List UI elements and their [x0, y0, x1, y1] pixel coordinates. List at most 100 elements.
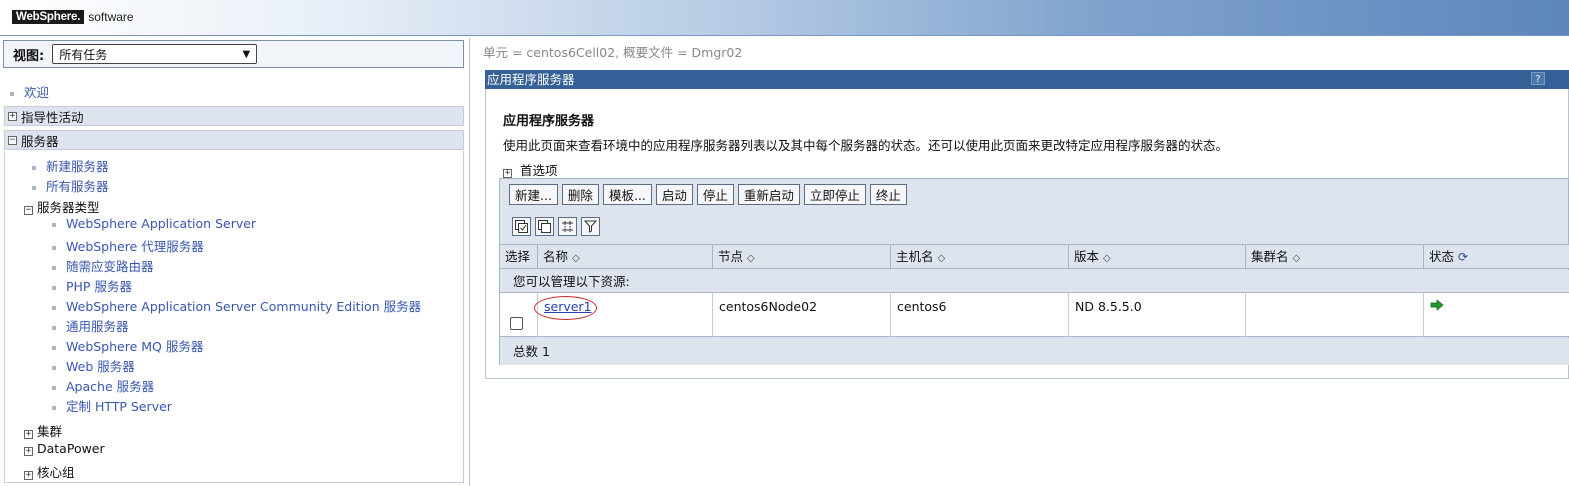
nav-item-type-1[interactable]: WebSphere 代理服务器	[52, 236, 204, 255]
server-type-link[interactable]: Web 服务器	[66, 359, 135, 374]
nav-item-core-group[interactable]: + 核心组	[24, 462, 75, 481]
total-count: 总数 1	[500, 338, 1569, 365]
nav-item-type-6[interactable]: WebSphere MQ 服务器	[52, 336, 203, 355]
highlight-circle	[534, 296, 597, 320]
nav-item-datapower[interactable]: + DataPower	[24, 441, 105, 456]
bullet-icon	[52, 325, 56, 330]
delete-button[interactable]: 删除	[561, 184, 599, 205]
server-type-link[interactable]: 随需应变路由器	[66, 259, 154, 274]
nav-item-type-5[interactable]: 通用服务器	[52, 316, 129, 335]
new-server-link[interactable]: 新建服务器	[46, 159, 109, 174]
welcome-link[interactable]: 欢迎	[24, 85, 49, 100]
nav-item-type-4[interactable]: WebSphere Application Server Community E…	[52, 296, 421, 315]
restart-button[interactable]: 重新启动	[737, 184, 800, 205]
sort-icon[interactable]: ◇	[1293, 253, 1301, 264]
col-name[interactable]: 名称 ◇	[537, 245, 712, 269]
server-type-link[interactable]: WebSphere MQ 服务器	[66, 339, 203, 354]
col-status-label: 状态	[1429, 249, 1455, 264]
nav-item-new-server[interactable]: 新建服务器	[32, 156, 109, 175]
server-types-label: 服务器类型	[37, 200, 100, 215]
nav-item-type-8[interactable]: Apache 服务器	[52, 376, 154, 395]
sort-icon[interactable]: ◇	[747, 253, 755, 264]
help-icon[interactable]: ?	[1531, 72, 1545, 85]
col-node[interactable]: 节点 ◇	[712, 245, 890, 269]
bullet-icon	[52, 365, 56, 370]
refresh-icon[interactable]: ⟳	[1458, 250, 1468, 264]
clear-filter-icon[interactable]	[581, 217, 600, 236]
bullet-icon	[52, 305, 56, 310]
all-servers-link[interactable]: 所有服务器	[46, 179, 109, 194]
select-all-icon[interactable]	[512, 217, 531, 236]
col-select: 选择	[505, 249, 531, 264]
server-type-link[interactable]: PHP 服务器	[66, 279, 132, 294]
server-type-link[interactable]: WebSphere Application Server	[66, 216, 256, 231]
bullet-icon	[52, 245, 56, 250]
row-checkbox[interactable]	[510, 317, 523, 330]
nav-item-type-3[interactable]: PHP 服务器	[52, 276, 132, 295]
col-version[interactable]: 版本 ◇	[1068, 245, 1245, 269]
col-status[interactable]: 状态 ⟳	[1423, 245, 1569, 269]
server-type-link[interactable]: WebSphere 代理服务器	[66, 239, 204, 254]
sort-icon[interactable]: ◇	[572, 253, 580, 264]
nav-item-clusters[interactable]: + 集群	[24, 421, 62, 440]
started-arrow-icon	[1430, 299, 1444, 311]
sort-icon[interactable]: ◇	[938, 253, 946, 264]
server-type-link[interactable]: WebSphere Application Server Community E…	[66, 299, 421, 314]
server-type-link[interactable]: Apache 服务器	[66, 379, 154, 394]
col-node-label: 节点	[718, 249, 744, 264]
nav-item-server-types[interactable]: − 服务器类型	[24, 197, 100, 216]
chevron-down-icon: ▼	[242, 48, 251, 60]
bullet-icon	[52, 222, 56, 227]
pane-title: 应用程序服务器	[485, 70, 1569, 89]
preferences-label: 首选项	[519, 163, 558, 178]
nav-item-type-9[interactable]: 定制 HTTP Server	[52, 396, 172, 415]
view-label: 视图:	[13, 48, 45, 64]
table-header: 选择 名称 ◇ 节点 ◇ 主机名 ◇ 版本 ◇ 集群名 ◇ 状态 ⟳	[500, 244, 1569, 269]
nav-item-type-7[interactable]: Web 服务器	[52, 356, 135, 375]
top-banner: WebSphere. software	[0, 0, 1569, 36]
nav-item-all-servers[interactable]: 所有服务器	[32, 176, 109, 195]
expand-icon[interactable]: +	[503, 169, 512, 178]
start-button[interactable]: 启动	[655, 184, 693, 205]
action-toolbar: 新建... 删除 模板... 启动 停止 重新启动 立即停止 终止	[509, 184, 907, 205]
col-cluster[interactable]: 集群名 ◇	[1245, 245, 1423, 269]
view-bar: 视图: 所有任务 ▼	[3, 40, 464, 68]
guided-label: 指导性活动	[21, 109, 84, 125]
sort-icon[interactable]: ◇	[1103, 253, 1111, 264]
expand-icon[interactable]: +	[8, 111, 17, 121]
immediate-stop-button[interactable]: 立即停止	[803, 184, 866, 205]
collapse-icon[interactable]: −	[8, 135, 17, 145]
nav-item-type-2[interactable]: 随需应变路由器	[52, 256, 154, 275]
nav-section-servers[interactable]: − 服务器	[4, 130, 464, 150]
navigation-panel: 视图: 所有任务 ▼ 欢迎 + 指导性活动 − 服务器 新建服务器 所有服务器 − 服…	[0, 38, 470, 486]
show-filter-icon[interactable]	[558, 217, 577, 236]
websphere-logo: WebSphere. software	[12, 8, 134, 26]
templates-button[interactable]: 模板...	[602, 184, 652, 205]
terminate-button[interactable]: 终止	[869, 184, 907, 205]
nav-section-guided[interactable]: + 指导性活动	[4, 106, 464, 126]
expand-icon[interactable]: +	[24, 430, 33, 439]
col-host[interactable]: 主机名 ◇	[890, 245, 1068, 269]
nav-item-type-0[interactable]: WebSphere Application Server	[52, 216, 256, 231]
nav-item-welcome[interactable]: 欢迎	[10, 82, 49, 101]
stop-button[interactable]: 停止	[696, 184, 734, 205]
page-description: 使用此页面来查看环境中的应用程序服务器列表以及其中每个服务器的状态。还可以使用此…	[503, 138, 1229, 153]
server-type-link[interactable]: 通用服务器	[66, 319, 129, 334]
expand-icon[interactable]: +	[24, 447, 33, 456]
server-type-link[interactable]: 定制 HTTP Server	[66, 399, 172, 414]
deselect-all-icon[interactable]	[535, 217, 554, 236]
new-button[interactable]: 新建...	[509, 184, 558, 205]
bullet-icon	[52, 285, 56, 290]
status-cell	[1423, 293, 1569, 337]
servers-label: 服务器	[21, 133, 59, 149]
preferences-toggle[interactable]: + 首选项	[503, 160, 558, 179]
col-name-label: 名称	[543, 249, 569, 264]
collapse-icon[interactable]: −	[24, 206, 33, 215]
bullet-icon	[52, 345, 56, 350]
expand-icon[interactable]: +	[24, 471, 33, 480]
datapower-label: DataPower	[37, 441, 105, 456]
bullet-icon	[52, 405, 56, 410]
table-icon-toolbar	[512, 217, 600, 236]
core-group-label: 核心组	[37, 465, 75, 480]
view-select[interactable]: 所有任务 ▼	[52, 44, 258, 64]
